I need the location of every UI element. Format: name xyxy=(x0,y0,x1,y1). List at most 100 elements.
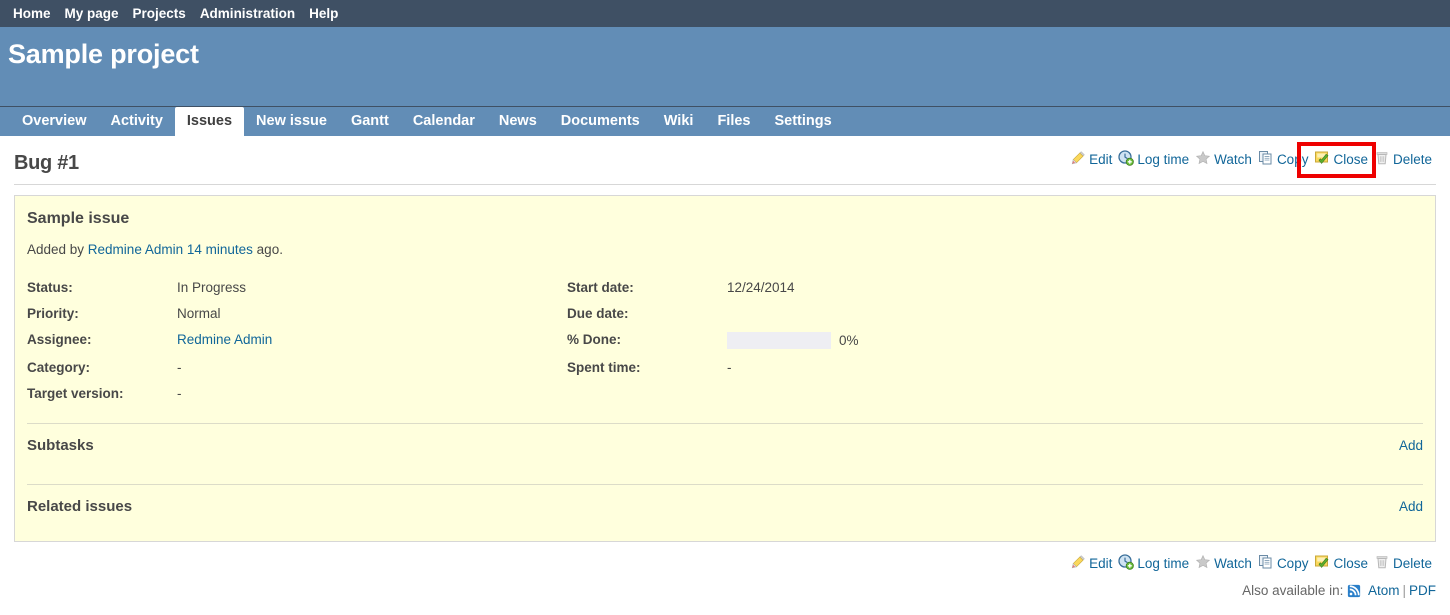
add-subtask-link[interactable]: Add xyxy=(1399,438,1423,453)
page-title: Bug #1 xyxy=(14,152,79,174)
clock-add-icon xyxy=(1118,150,1135,169)
issue-author-line: Added by Redmine Admin 14 minutes ago. xyxy=(27,242,1423,257)
top-menu-item-home[interactable]: Home xyxy=(6,0,58,27)
top-menu-bar: Home My page Projects Administration Hel… xyxy=(0,0,1450,27)
subtasks-title: Subtasks xyxy=(27,437,94,454)
issue-actions-toolbar-bottom-wrapper: Edit Log time Watch Copy Close Delete xyxy=(14,542,1436,575)
format-separator: | xyxy=(1402,583,1406,598)
start-date-value: 12/24/2014 xyxy=(727,280,795,295)
added-by-prefix: Added by xyxy=(27,242,88,257)
spent-time-value: - xyxy=(727,360,732,375)
category-value: - xyxy=(177,360,182,375)
author-link[interactable]: Redmine Admin xyxy=(88,242,183,257)
copy-button-top[interactable]: Copy xyxy=(1256,148,1313,171)
title-divider xyxy=(14,184,1436,185)
top-menu-item-projects[interactable]: Projects xyxy=(126,0,193,27)
tab-new-issue[interactable]: New issue xyxy=(244,107,339,136)
tab-settings[interactable]: Settings xyxy=(762,107,843,136)
top-menu-item-administration[interactable]: Administration xyxy=(193,0,302,27)
issue-details-panel: Sample issue Added by Redmine Admin 14 m… xyxy=(14,195,1436,542)
star-icon xyxy=(1195,554,1211,573)
target-version-value: - xyxy=(177,386,182,401)
also-available-label: Also available in: xyxy=(1242,583,1344,598)
log-time-button-bottom[interactable]: Log time xyxy=(1116,552,1193,575)
progress-percent-label: 0% xyxy=(839,333,859,348)
delete-label-bottom: Delete xyxy=(1392,556,1432,571)
delete-label-top: Delete xyxy=(1392,152,1432,167)
project-header: Sample project xyxy=(0,27,1450,107)
tab-documents[interactable]: Documents xyxy=(549,107,652,136)
top-menu-item-help[interactable]: Help xyxy=(302,0,345,27)
progress-bar xyxy=(727,332,831,349)
clock-add-icon xyxy=(1118,554,1135,573)
issue-subject: Sample issue xyxy=(27,210,130,227)
related-issues-section: Related issues Add xyxy=(27,484,1423,529)
subtasks-section: Subtasks Add xyxy=(27,423,1423,468)
tab-overview[interactable]: Overview xyxy=(10,107,99,136)
due-date-value xyxy=(727,301,1423,327)
status-label: Status: xyxy=(27,280,73,295)
tab-news[interactable]: News xyxy=(487,107,549,136)
log-time-label-bottom: Log time xyxy=(1137,556,1190,571)
content-area: Bug #1 Edit Log time Watch Copy Close De… xyxy=(0,136,1450,601)
done-label: % Done: xyxy=(567,332,621,347)
atom-link[interactable]: Atom xyxy=(1368,583,1400,598)
tab-issues[interactable]: Issues xyxy=(174,107,245,136)
start-date-label: Start date: xyxy=(567,280,634,295)
tab-calendar[interactable]: Calendar xyxy=(401,107,487,136)
table-row: Target version: - xyxy=(27,381,1423,407)
copy-button-bottom[interactable]: Copy xyxy=(1256,552,1313,575)
added-time-link[interactable]: 14 minutes xyxy=(187,242,253,257)
status-value: In Progress xyxy=(177,280,247,295)
issue-actions-toolbar-bottom: Edit Log time Watch Copy Close Delete xyxy=(1068,552,1436,575)
progress-wrapper: 0% xyxy=(727,332,1423,349)
trash-icon xyxy=(1374,150,1390,169)
log-time-label-top: Log time xyxy=(1137,152,1190,167)
copy-label-top: Copy xyxy=(1276,152,1309,167)
spent-time-label: Spent time: xyxy=(567,360,641,375)
top-menu-item-my-page[interactable]: My page xyxy=(58,0,126,27)
priority-value: Normal xyxy=(177,306,221,321)
edit-button-bottom[interactable]: Edit xyxy=(1068,552,1116,575)
rss-icon xyxy=(1347,584,1365,601)
watch-button-top[interactable]: Watch xyxy=(1193,148,1256,171)
trash-icon xyxy=(1374,554,1390,573)
table-row: Priority: Normal Due date: xyxy=(27,301,1423,327)
close-button-top[interactable]: Close xyxy=(1312,148,1372,171)
tab-files[interactable]: Files xyxy=(705,107,762,136)
close-check-icon xyxy=(1314,554,1330,573)
target-version-label: Target version: xyxy=(27,386,124,401)
watch-button-bottom[interactable]: Watch xyxy=(1193,552,1256,575)
issue-header-row: Bug #1 Edit Log time Watch Copy Close De… xyxy=(14,136,1436,175)
delete-button-top[interactable]: Delete xyxy=(1372,148,1436,171)
done-value: 0% xyxy=(727,327,1423,355)
assignee-label: Assignee: xyxy=(27,332,92,347)
log-time-button-top[interactable]: Log time xyxy=(1116,148,1193,171)
table-row: Status: In Progress Start date: 12/24/20… xyxy=(27,275,1423,301)
added-suffix: ago. xyxy=(252,242,283,257)
pencil-icon xyxy=(1070,150,1086,169)
issue-actions-toolbar-top: Edit Log time Watch Copy Close Delete xyxy=(1068,148,1436,171)
close-button-bottom[interactable]: Close xyxy=(1312,552,1372,575)
pdf-link[interactable]: PDF xyxy=(1409,583,1436,598)
watch-label-bottom: Watch xyxy=(1214,556,1252,571)
assignee-link[interactable]: Redmine Admin xyxy=(177,332,272,347)
delete-button-bottom[interactable]: Delete xyxy=(1372,552,1436,575)
project-title: Sample project xyxy=(8,39,199,69)
issue-attributes-table: Status: In Progress Start date: 12/24/20… xyxy=(27,275,1423,407)
close-check-icon xyxy=(1314,150,1330,169)
tab-activity[interactable]: Activity xyxy=(99,107,175,136)
add-related-issue-link[interactable]: Add xyxy=(1399,499,1423,514)
tab-wiki[interactable]: Wiki xyxy=(652,107,706,136)
assignee-value: Redmine Admin xyxy=(177,327,567,355)
table-row: Assignee: Redmine Admin % Done: 0% xyxy=(27,327,1423,355)
copy-pages-icon xyxy=(1258,554,1274,573)
due-date-label: Due date: xyxy=(567,306,629,321)
table-row: Category: - Spent time: - xyxy=(27,355,1423,381)
edit-button-top[interactable]: Edit xyxy=(1068,148,1116,171)
watch-label-top: Watch xyxy=(1214,152,1252,167)
close-label-bottom: Close xyxy=(1333,556,1368,571)
other-formats-row: Also available in: Atom | PDF xyxy=(14,575,1436,601)
close-label-top: Close xyxy=(1333,152,1368,167)
tab-gantt[interactable]: Gantt xyxy=(339,107,401,136)
